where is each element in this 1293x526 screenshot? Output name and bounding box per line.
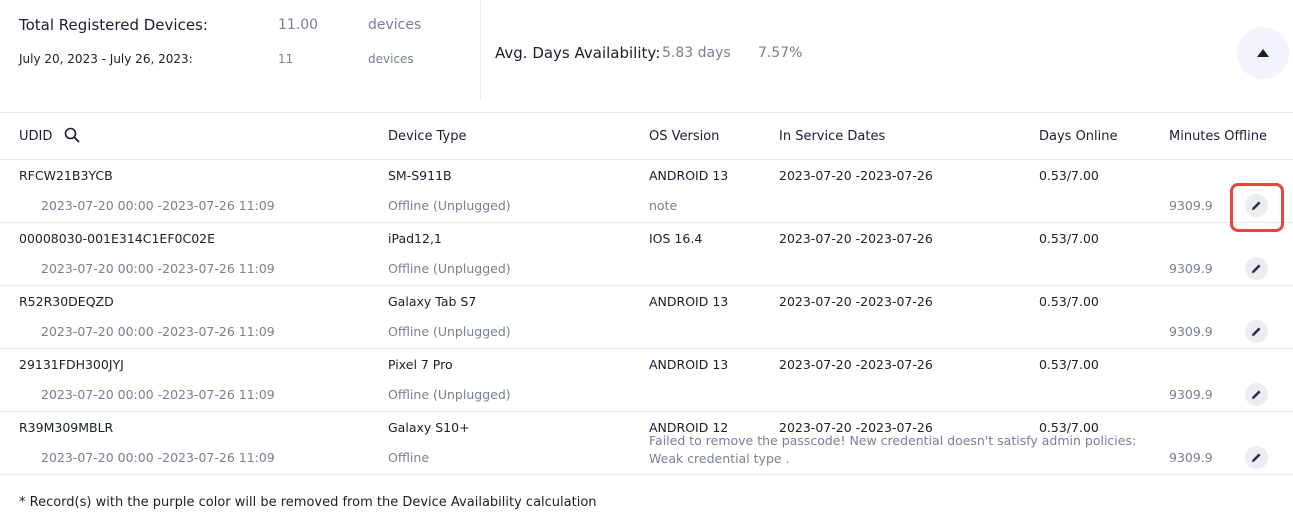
- pencil-icon: [1251, 201, 1261, 211]
- pencil-icon: [1251, 264, 1261, 274]
- caret-up-icon: [1257, 49, 1269, 57]
- date-range-cell: 2023-07-20 00:00 -2023-07-26 11:09: [41, 450, 275, 465]
- minutes-offline-cell: 9309.9: [1169, 198, 1213, 213]
- device-type-cell: Galaxy S10+: [388, 420, 470, 435]
- column-header-minutes-offline: Minutes Offline: [1169, 129, 1267, 144]
- udid-cell: 29131FDH300JYJ: [19, 357, 124, 372]
- table-row: 29131FDH300JYJ 2023-07-20 00:00 -2023-07…: [0, 349, 1293, 412]
- status-cell: Offline (Unplugged): [388, 387, 511, 402]
- edit-button[interactable]: [1245, 257, 1268, 280]
- pencil-icon: [1251, 453, 1261, 463]
- os-version-cell: IOS 16.4: [649, 231, 703, 246]
- udid-cell: R39M309MBLR: [19, 420, 114, 435]
- days-online-cell: 0.53/7.00: [1039, 357, 1099, 372]
- avg-availability-percent: 7.57%: [758, 45, 803, 61]
- note-cell: note: [649, 198, 678, 213]
- avg-availability-days: 5.83 days: [662, 45, 731, 61]
- status-cell: Offline (Unplugged): [388, 198, 511, 213]
- edit-button[interactable]: [1245, 320, 1268, 343]
- date-range-value: 11: [278, 52, 294, 66]
- device-type-cell: Galaxy Tab S7: [388, 294, 477, 309]
- date-range-cell: 2023-07-20 00:00 -2023-07-26 11:09: [41, 261, 275, 276]
- column-header-os-version: OS Version: [649, 129, 720, 144]
- minutes-offline-cell: 9309.9: [1169, 261, 1213, 276]
- pencil-icon: [1251, 327, 1261, 337]
- total-devices-unit: devices: [368, 17, 422, 33]
- device-type-cell: Pixel 7 Pro: [388, 357, 453, 372]
- minutes-offline-cell: 9309.9: [1169, 324, 1213, 339]
- date-range-cell: 2023-07-20 00:00 -2023-07-26 11:09: [41, 198, 275, 213]
- summary-left: Total Registered Devices: 11.00 devices …: [0, 0, 481, 100]
- udid-cell: R52R30DEQZD: [19, 294, 114, 309]
- edit-button[interactable]: [1245, 446, 1268, 469]
- avg-availability-label: Avg. Days Availability:: [495, 44, 661, 62]
- udid-cell: RFCW21B3YCB: [19, 168, 113, 183]
- minutes-offline-cell: 9309.9: [1169, 387, 1213, 402]
- footnote: * Record(s) with the purple color will b…: [19, 495, 597, 510]
- total-devices-value: 11.00: [278, 17, 319, 33]
- search-icon[interactable]: [64, 127, 80, 143]
- table-row: R52R30DEQZD 2023-07-20 00:00 -2023-07-26…: [0, 286, 1293, 349]
- date-range-cell: 2023-07-20 00:00 -2023-07-26 11:09: [41, 387, 275, 402]
- date-range-unit: devices: [368, 52, 414, 66]
- device-type-cell: SM-S911B: [388, 168, 452, 183]
- days-online-cell: 0.53/7.00: [1039, 420, 1099, 435]
- collapse-summary-button[interactable]: [1237, 27, 1289, 79]
- summary-panel: Total Registered Devices: 11.00 devices …: [0, 0, 1293, 113]
- table-row: 00008030-001E314C1EF0C02E 2023-07-20 00:…: [0, 223, 1293, 286]
- service-dates-cell: 2023-07-20 -2023-07-26: [779, 168, 933, 183]
- days-online-cell: 0.53/7.00: [1039, 294, 1099, 309]
- table-header: UDID Device Type OS Version In Service D…: [0, 114, 1293, 160]
- status-cell: Offline: [388, 450, 430, 465]
- device-type-cell: iPad12,1: [388, 231, 442, 246]
- service-dates-cell: 2023-07-20 -2023-07-26: [779, 357, 933, 372]
- os-version-cell: ANDROID 13: [649, 357, 729, 372]
- service-dates-cell: 2023-07-20 -2023-07-26: [779, 231, 933, 246]
- status-cell: Offline (Unplugged): [388, 261, 511, 276]
- days-online-cell: 0.53/7.00: [1039, 231, 1099, 246]
- total-devices-label: Total Registered Devices:: [19, 16, 208, 34]
- column-header-device-type: Device Type: [388, 129, 467, 144]
- minutes-offline-cell: 9309.9: [1169, 450, 1213, 465]
- service-dates-cell: 2023-07-20 -2023-07-26: [779, 294, 933, 309]
- table-row: RFCW21B3YCB 2023-07-20 00:00 -2023-07-26…: [0, 160, 1293, 223]
- date-range-label: July 20, 2023 - July 26, 2023:: [19, 52, 193, 66]
- status-cell: Offline (Unplugged): [388, 324, 511, 339]
- edit-button[interactable]: [1245, 383, 1268, 406]
- column-header-in-service-dates: In Service Dates: [779, 129, 886, 144]
- days-online-cell: 0.53/7.00: [1039, 168, 1099, 183]
- udid-cell: 00008030-001E314C1EF0C02E: [19, 231, 216, 246]
- column-header-udid: UDID: [19, 129, 53, 144]
- service-dates-cell: 2023-07-20 -2023-07-26: [779, 420, 933, 435]
- table-row: R39M309MBLR 2023-07-20 00:00 -2023-07-26…: [0, 412, 1293, 475]
- date-range-cell: 2023-07-20 00:00 -2023-07-26 11:09: [41, 324, 275, 339]
- column-header-days-online: Days Online: [1039, 129, 1118, 144]
- os-version-cell: ANDROID 13: [649, 168, 729, 183]
- note-cell: Failed to remove the passcode! New crede…: [649, 433, 1137, 466]
- pencil-icon: [1251, 390, 1261, 400]
- os-version-cell: ANDROID 13: [649, 294, 729, 309]
- edit-button[interactable]: [1245, 194, 1268, 217]
